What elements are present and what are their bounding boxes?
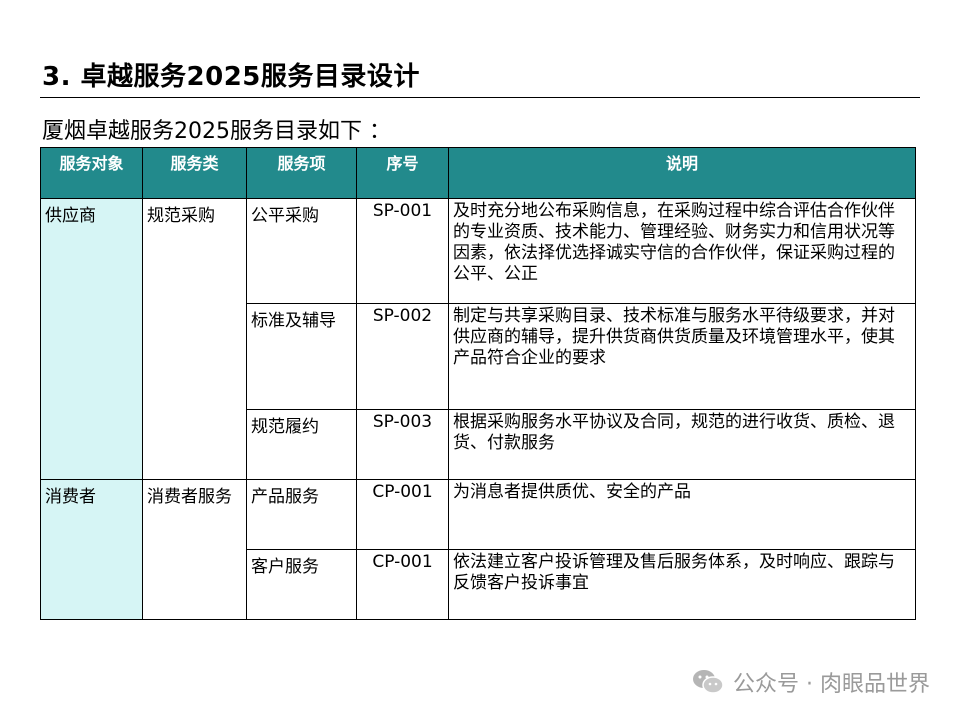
- description-cell: 根据采购服务水平协议及合同，规范的进行收货、质检、退货、付款服务: [448, 409, 916, 480]
- table-row: 供应商 规范采购 公平采购 SP-001 及时充分地公布采购信息，在采购过程中综…: [40, 198, 916, 480]
- table-header-row: 服务对象 服务类 服务项 序号 说明: [40, 147, 916, 199]
- table-row: 消费者 消费者服务 产品服务 CP-001 为消息者提供质优、安全的产品: [40, 479, 916, 620]
- description-cell: 为消息者提供质优、安全的产品: [448, 479, 916, 550]
- header-description: 说明: [448, 147, 916, 199]
- code-cell: SP-003: [356, 409, 449, 480]
- category-cell: 规范采购: [142, 198, 247, 480]
- header-category: 服务类: [142, 147, 247, 199]
- description-cell: 及时充分地公布采购信息，在采购过程中综合评估合作伙伴的专业资质、技术能力、管理经…: [448, 198, 916, 304]
- item-cell: 客户服务: [246, 549, 357, 620]
- target-cell: 消费者: [40, 479, 143, 620]
- code-cell: CP-001: [356, 549, 449, 620]
- service-catalog-table: 服务对象 服务类 服务项 序号 说明 供应商 规范采购 公平采购 SP-001 …: [40, 147, 916, 620]
- header-target: 服务对象: [40, 147, 143, 199]
- watermark: 公众号 · 肉眼品世界: [691, 666, 930, 698]
- code-cell: CP-001: [356, 479, 449, 550]
- code-cell: SP-002: [356, 303, 449, 410]
- watermark-text: 公众号 · 肉眼品世界: [733, 672, 930, 697]
- item-cell: 产品服务: [246, 479, 357, 550]
- description-cell: 依法建立客户投诉管理及售后服务体系，及时响应、跟踪与反馈客户投诉事宜: [448, 549, 916, 620]
- description-cell: 制定与共享采购目录、技术标准与服务水平待级要求，并对供应商的辅导，提升供货商供货…: [448, 303, 916, 410]
- item-cell: 公平采购: [246, 198, 357, 304]
- subtitle: 厦烟卓越服务2025服务目录如下 ：: [42, 119, 391, 144]
- header-code: 序号: [356, 147, 449, 199]
- target-cell: 供应商: [40, 198, 143, 480]
- item-cell: 标准及辅导: [246, 303, 357, 410]
- code-cell: SP-001: [356, 198, 449, 304]
- page-title: 3. 卓越服务2025服务目录设计: [42, 62, 420, 92]
- category-cell: 消费者服务: [142, 479, 247, 620]
- title-divider: [40, 97, 920, 98]
- header-item: 服务项: [246, 147, 357, 199]
- wechat-icon: [693, 670, 724, 694]
- item-cell: 规范履约: [246, 409, 357, 480]
